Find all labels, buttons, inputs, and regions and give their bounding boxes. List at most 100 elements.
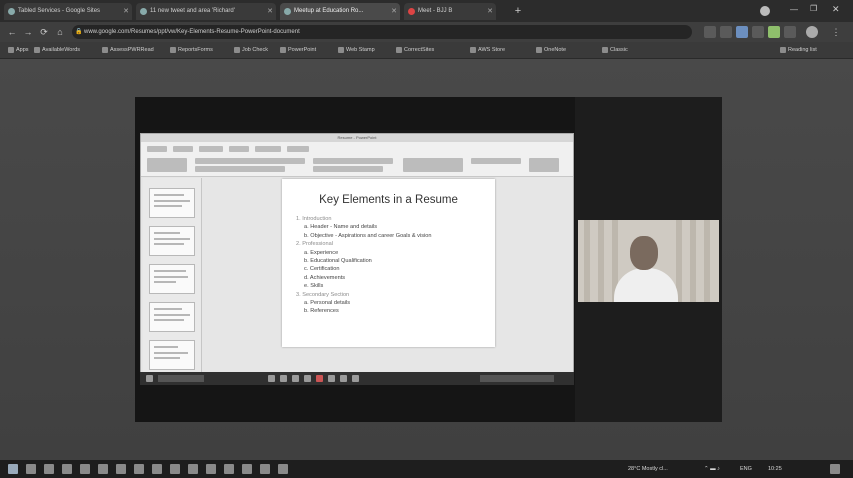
paragraph-controls[interactable] <box>313 158 393 164</box>
ribbon-tab[interactable] <box>147 146 167 152</box>
bookmark-item[interactable]: AWS Store <box>470 44 505 56</box>
home-icon[interactable]: ⌂ <box>54 26 66 38</box>
ribbon-tab[interactable] <box>173 146 193 152</box>
profile-avatar[interactable] <box>760 6 770 16</box>
browser-tab-bar: Tabled Services - Google Sites ✕ 11 new … <box>0 0 853 22</box>
browser-tab-1[interactable]: Tabled Services - Google Sites ✕ <box>4 3 132 20</box>
slide-thumbnail[interactable] <box>149 188 195 218</box>
paste-icon[interactable] <box>147 158 187 172</box>
bookmark-item[interactable]: ReportsForms <box>170 44 213 56</box>
tab-label: Tabled Services - Google Sites <box>18 8 101 14</box>
weather-widget[interactable]: 28°C Mostly cl... <box>628 464 668 474</box>
bookmark-item[interactable]: CorrectSites <box>396 44 434 56</box>
close-icon[interactable]: ✕ <box>487 3 493 20</box>
slide-thumbnail[interactable] <box>149 226 195 256</box>
font-controls[interactable] <box>195 158 305 164</box>
task-view-icon[interactable] <box>44 464 54 474</box>
extension-icon[interactable] <box>768 26 780 38</box>
slide-item: b. Objective - Aspirations and career Go… <box>304 232 432 239</box>
app-icon[interactable] <box>206 464 216 474</box>
clock[interactable]: 10:25 <box>768 464 782 474</box>
minimize-icon[interactable]: — <box>790 5 798 14</box>
app-icon[interactable] <box>170 464 180 474</box>
notification-icon[interactable] <box>830 464 840 474</box>
extension-icon[interactable] <box>752 26 764 38</box>
app-icon[interactable] <box>98 464 108 474</box>
designer-controls[interactable] <box>529 158 559 172</box>
window-close-icon[interactable]: ✕ <box>832 4 840 15</box>
forward-icon[interactable]: → <box>22 26 34 38</box>
close-icon[interactable]: ✕ <box>391 3 397 20</box>
bookmark-item[interactable]: Web Stamp <box>338 44 375 56</box>
app-icon[interactable] <box>278 464 288 474</box>
system-tray <box>480 375 554 382</box>
app-icon[interactable] <box>80 464 90 474</box>
search-box[interactable] <box>158 375 204 382</box>
search-icon[interactable] <box>26 464 36 474</box>
app-icon[interactable] <box>242 464 252 474</box>
slide-item: b. Educational Qualification <box>304 258 372 265</box>
back-icon[interactable]: ← <box>6 26 18 38</box>
windows-start-icon[interactable] <box>8 464 18 474</box>
slide-thumbnail[interactable] <box>149 264 195 294</box>
drawing-controls[interactable] <box>403 158 463 172</box>
app-icon[interactable] <box>134 464 144 474</box>
close-icon[interactable]: ✕ <box>123 3 129 20</box>
extension-icon[interactable] <box>720 26 732 38</box>
app-icon[interactable] <box>280 375 287 382</box>
extension-icon[interactable] <box>704 26 716 38</box>
bookmark-item[interactable]: AssessPWRRead <box>102 44 154 56</box>
slide-section: 2. Professional <box>296 241 334 248</box>
app-icon[interactable] <box>328 375 335 382</box>
powerpoint-icon[interactable] <box>316 375 323 382</box>
profile-icon[interactable] <box>806 26 818 38</box>
start-icon[interactable] <box>146 375 153 382</box>
participant-video[interactable] <box>578 220 719 302</box>
font-format-controls[interactable] <box>195 166 285 172</box>
tab-label: Meet - BJJ B <box>418 8 453 14</box>
app-icon[interactable] <box>304 375 311 382</box>
language-indicator[interactable]: ENG <box>740 464 752 474</box>
ribbon-tab[interactable] <box>229 146 249 152</box>
tab-favicon <box>8 8 15 15</box>
ribbon-tab[interactable] <box>199 146 223 152</box>
bookmark-item[interactable]: AvailableWords <box>34 44 80 56</box>
bookmark-item[interactable]: OneNote <box>536 44 566 56</box>
url-field[interactable]: 🔒 www.google.com/Resumes/ppt/vw/Key-Elem… <box>72 25 692 39</box>
ribbon-tab[interactable] <box>287 146 309 152</box>
bookmark-item[interactable]: Job Check <box>234 44 268 56</box>
editing-controls[interactable] <box>471 158 521 164</box>
bookmark-item[interactable]: PowerPoint <box>280 44 316 56</box>
close-icon[interactable]: ✕ <box>267 3 273 20</box>
browser-tab-4[interactable]: Meet - BJJ B ✕ <box>404 3 496 20</box>
slide-thumbnail[interactable] <box>149 340 195 370</box>
new-tab-button[interactable]: + <box>510 3 526 19</box>
app-icon[interactable] <box>152 464 162 474</box>
paragraph-controls[interactable] <box>313 166 383 172</box>
app-icon[interactable] <box>62 464 72 474</box>
slide-thumbnails <box>143 178 202 374</box>
ribbon-tab[interactable] <box>255 146 281 152</box>
slide-item: a. Header - Name and details <box>304 224 378 231</box>
maximize-icon[interactable]: ❐ <box>810 4 817 13</box>
browser-tab-2[interactable]: 11 new tweet and area 'Richard' ✕ <box>136 3 276 20</box>
app-icon[interactable] <box>116 464 126 474</box>
app-icon[interactable] <box>340 375 347 382</box>
slide-thumbnail[interactable] <box>149 302 195 332</box>
reload-icon[interactable]: ⟳ <box>38 26 50 38</box>
extension-icon[interactable] <box>784 26 796 38</box>
app-icon[interactable] <box>260 464 270 474</box>
menu-dots-icon[interactable]: ⋮ <box>830 26 842 38</box>
bookmark-item[interactable]: Classic <box>602 44 628 56</box>
app-icon[interactable] <box>188 464 198 474</box>
ppt-title-bar: Resume - PowerPoint <box>141 134 573 142</box>
bookmark-item[interactable]: Reading list <box>780 44 817 56</box>
tray-icons[interactable]: ⌃ ▬ ♪ <box>704 464 720 474</box>
app-icon[interactable] <box>268 375 275 382</box>
app-icon[interactable] <box>352 375 359 382</box>
app-icon[interactable] <box>224 464 234 474</box>
browser-tab-3[interactable]: Meetup at Education Ro... ✕ <box>280 3 400 20</box>
app-icon[interactable] <box>292 375 299 382</box>
extension-icon[interactable] <box>736 26 748 38</box>
bookmark-item[interactable]: Apps <box>8 44 29 56</box>
